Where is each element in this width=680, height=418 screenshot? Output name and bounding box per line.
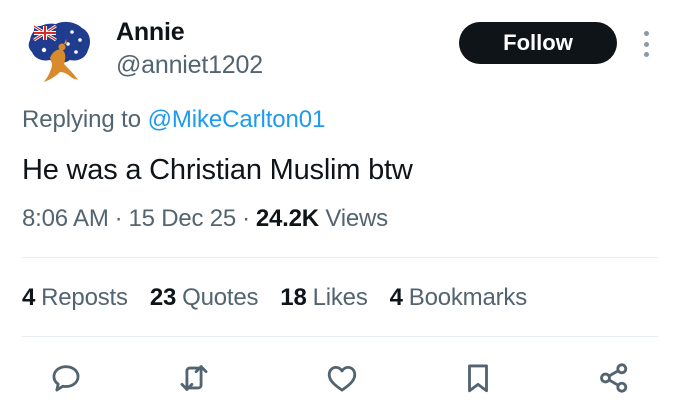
bookmark-icon[interactable] <box>456 356 500 400</box>
replying-prefix: Replying to <box>22 106 141 133</box>
repost-icon[interactable] <box>172 356 216 400</box>
divider <box>22 336 658 337</box>
divider <box>22 257 658 258</box>
replying-to-line: Replying to @MikeCarlton01 <box>22 106 325 134</box>
avatar-image <box>22 14 94 86</box>
stat-label: Bookmarks <box>408 284 528 311</box>
follow-button[interactable]: Follow <box>459 22 617 64</box>
meta-separator: · <box>114 205 123 232</box>
tweet-meta: 8:06 AM · 15 Dec 25 · 24.2K Views <box>22 205 388 233</box>
stat-count: 23 <box>149 284 177 311</box>
stat-label: Reposts <box>41 284 128 311</box>
like-icon[interactable] <box>320 356 364 400</box>
views-label: Views <box>325 205 388 232</box>
stat-count: 4 <box>389 284 403 311</box>
user-handle[interactable]: @anniet1202 <box>116 51 263 80</box>
stat-count: 18 <box>280 284 307 311</box>
more-dot <box>643 41 649 47</box>
share-icon[interactable] <box>592 356 636 400</box>
stat-quotes[interactable]: 23 Quotes <box>149 284 259 312</box>
reply-icon[interactable] <box>44 356 88 400</box>
action-bar <box>0 356 680 402</box>
tweet-card: Annie @anniet1202 Follow Replying to @Mi… <box>0 0 680 418</box>
replying-to-mention-link[interactable]: @MikeCarlton01 <box>148 106 326 133</box>
stat-label: Quotes <box>182 284 259 311</box>
avatar[interactable] <box>22 14 94 86</box>
stat-likes[interactable]: 18 Likes <box>280 284 368 312</box>
stat-bookmarks[interactable]: 4 Bookmarks <box>389 284 528 312</box>
more-options-icon[interactable] <box>636 28 656 60</box>
stat-label: Likes <box>312 284 368 311</box>
tweet-time[interactable]: 8:06 AM <box>22 205 109 232</box>
tweet-text: He was a Christian Muslim btw <box>22 154 413 186</box>
tweet-date[interactable]: 15 Dec 25 <box>128 205 236 232</box>
meta-separator: · <box>242 205 250 232</box>
stat-reposts[interactable]: 4 Reposts <box>22 284 128 312</box>
stat-count: 4 <box>22 284 36 311</box>
more-dot <box>643 52 649 57</box>
display-name[interactable]: Annie <box>116 18 185 47</box>
engagement-stats: 4 Reposts 23 Quotes 18 Likes 4 Bookmarks <box>22 284 527 312</box>
more-dot <box>643 31 649 36</box>
views-count[interactable]: 24.2K <box>256 205 319 232</box>
